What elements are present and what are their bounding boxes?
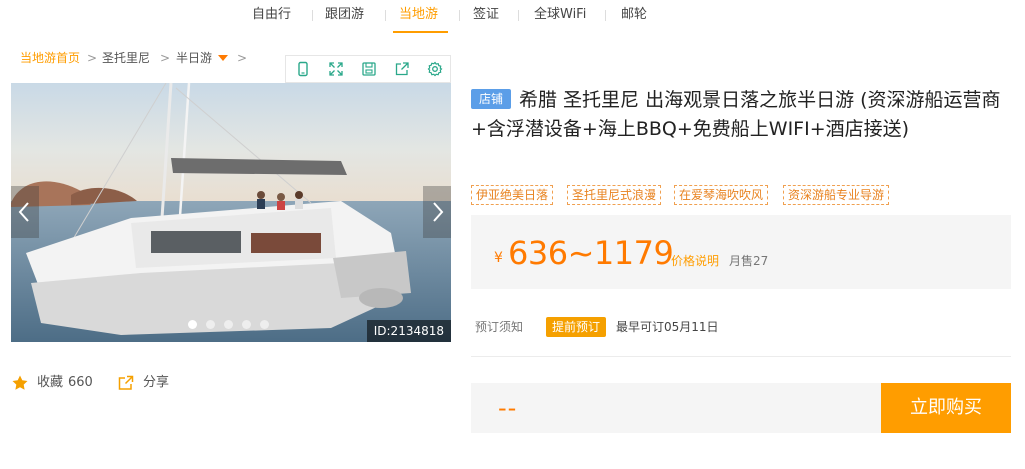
- feature-tag: 伊亚绝美日落: [471, 185, 554, 205]
- price-range: 636~1179: [508, 234, 674, 272]
- fullscreen-icon[interactable]: [328, 61, 344, 77]
- breadcrumb-arrow-icon: >: [87, 51, 98, 65]
- top-nav: 自由行 跟团游 当地游 签证 全球WiFi 邮轮: [0, 0, 1025, 33]
- nav-separator: [605, 10, 606, 21]
- star-icon: [12, 375, 28, 390]
- feature-tag: 圣托里尼式浪漫: [567, 185, 662, 205]
- nav-separator: [312, 10, 313, 21]
- nav-item-group-tour[interactable]: 跟团游: [325, 6, 364, 24]
- date-select-placeholder: --: [498, 394, 518, 422]
- breadcrumb-home-link[interactable]: 当地游首页: [20, 50, 80, 66]
- nav-item-free-travel[interactable]: 自由行: [252, 6, 291, 24]
- save-icon[interactable]: [361, 61, 377, 77]
- mobile-icon[interactable]: [295, 61, 311, 77]
- divider: [471, 356, 1011, 357]
- purchase-row: -- 立即购买: [471, 383, 1011, 433]
- nav-separator: [385, 10, 386, 21]
- favorite-label: 收藏: [37, 375, 64, 390]
- product-title: 希腊 圣托里尼 出海观景日落之旅半日游 (资深游船运营商+含浮潜设备+海上BBQ…: [471, 89, 1001, 140]
- gallery-dot-2[interactable]: [206, 320, 215, 329]
- booking-notice-label: 预订须知: [475, 320, 524, 334]
- product-title-block: 店铺 希腊 圣托里尼 出海观景日落之旅半日游 (资深游船运营商+含浮潜设备+海上…: [471, 86, 1016, 144]
- nav-active-underline: [393, 31, 448, 33]
- gallery-dot-1[interactable]: [188, 320, 197, 329]
- gallery-dot-4[interactable]: [242, 320, 251, 329]
- nav-separator: [459, 10, 460, 21]
- advance-booking-badge: 提前预订: [546, 317, 606, 337]
- feature-tag: 在爱琴海吹吹风: [674, 185, 769, 205]
- breadcrumb-category-dropdown[interactable]: 半日游: [176, 50, 212, 66]
- price-explanation-link[interactable]: 价格说明: [671, 252, 719, 269]
- breadcrumb-city-link[interactable]: 圣托里尼: [102, 50, 150, 66]
- currency-symbol: ¥: [494, 250, 503, 266]
- favorite-count: 660: [68, 375, 93, 390]
- image-id-badge: ID:2134818: [366, 320, 451, 342]
- date-select[interactable]: --: [471, 383, 881, 433]
- share-label: 分享: [143, 375, 170, 390]
- monthly-sales: 月售27: [729, 254, 769, 268]
- feature-tag: 资深游船专业导游: [783, 185, 890, 205]
- nav-item-cruise[interactable]: 邮轮: [621, 6, 647, 24]
- product-gallery[interactable]: ID:2134818: [11, 83, 451, 342]
- gallery-toolbar: [285, 55, 451, 83]
- gallery-dot-3[interactable]: [224, 320, 233, 329]
- breadcrumb-arrow-icon: >: [237, 51, 248, 65]
- shop-badge[interactable]: 店铺: [471, 89, 511, 109]
- caret-down-icon[interactable]: [218, 55, 228, 61]
- nav-item-global-wifi[interactable]: 全球WiFi: [534, 6, 586, 24]
- gallery-dot-5[interactable]: [260, 320, 269, 329]
- nav-separator: [518, 10, 519, 21]
- settings-icon[interactable]: [427, 61, 443, 77]
- earliest-booking-date: 最早可订05月11日: [616, 320, 719, 334]
- buy-now-button[interactable]: 立即购买: [881, 383, 1011, 433]
- price-panel: ¥ 636~1179 价格说明 月售27: [471, 215, 1011, 289]
- share-icon: [118, 375, 134, 390]
- gallery-prev-button[interactable]: [11, 186, 39, 238]
- nav-item-local-tour[interactable]: 当地游: [399, 6, 438, 24]
- gallery-next-button[interactable]: [423, 186, 451, 238]
- gallery-pagination: [188, 320, 278, 330]
- product-page: 自由行 跟团游 当地游 签证 全球WiFi 邮轮 当地游首页 > 圣托里尼 > …: [0, 0, 1025, 469]
- share-out-icon[interactable]: [394, 61, 410, 77]
- nav-item-visa[interactable]: 签证: [473, 6, 499, 24]
- catamaran-photo: [11, 83, 451, 342]
- breadcrumb-arrow-icon: >: [160, 51, 171, 65]
